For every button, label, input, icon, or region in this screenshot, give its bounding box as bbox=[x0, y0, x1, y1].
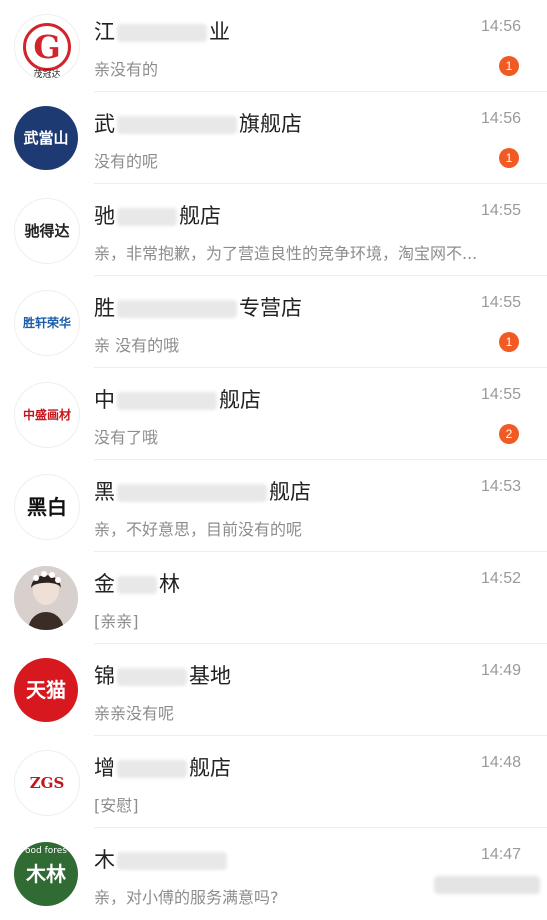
timestamp: 14:55 bbox=[480, 386, 521, 403]
avatar: ZGS bbox=[14, 750, 80, 816]
title-end: 舰店 bbox=[269, 480, 311, 504]
unread-badge: 2 bbox=[499, 424, 519, 444]
avatar-logo-text: 黑白 bbox=[27, 495, 67, 519]
title-end: 旗舰店 bbox=[239, 112, 302, 136]
title-start: 中 bbox=[94, 388, 115, 412]
avatar-logo-text: 武當山 bbox=[23, 128, 69, 147]
blurred-name bbox=[117, 208, 177, 226]
avatar: 天猫 bbox=[14, 658, 78, 722]
avatar: 驰得达 bbox=[14, 198, 80, 264]
title-end: 业 bbox=[209, 20, 230, 44]
blurred-name bbox=[117, 668, 187, 686]
blurred-name bbox=[117, 760, 187, 778]
last-message: 亲 没有的哦 bbox=[94, 336, 180, 355]
unread-badge: 1 bbox=[499, 56, 519, 76]
avatar-logo-text: 木林 bbox=[26, 862, 66, 886]
conversation-row[interactable]: 驰得达 驰 舰店亲，非常抱歉，为了营造良性的竞争环境，淘宝网不... 14:55 bbox=[0, 184, 547, 276]
last-message: [亲亲] bbox=[94, 612, 139, 631]
timestamp: 14:56 bbox=[480, 110, 521, 127]
last-message: 亲，非常抱歉，为了营造良性的竞争环境，淘宝网不... bbox=[94, 244, 478, 263]
avatar: 中盛画材 bbox=[14, 382, 80, 448]
timestamp: 14:56 bbox=[480, 18, 521, 35]
conversation-row[interactable]: 木林 ood fores 木亲，对小傅的服务满意吗? 14:47 bbox=[0, 828, 547, 920]
timestamp: 14:49 bbox=[480, 662, 521, 679]
blurred-name bbox=[117, 300, 237, 318]
conversation-title: 增 舰店 bbox=[94, 752, 454, 782]
title-start: 木 bbox=[94, 848, 115, 872]
title-end: 专营店 bbox=[239, 296, 302, 320]
timestamp: 14:55 bbox=[480, 294, 521, 311]
conversation-row[interactable]: 胜轩荣华 胜 专营店亲 没有的哦 14:55 1 bbox=[0, 276, 547, 368]
conversation-row[interactable]: 金林 [亲亲] 14:52 bbox=[0, 552, 547, 644]
avatar-logo-text: 驰得达 bbox=[24, 221, 70, 240]
title-start: 黑 bbox=[94, 480, 115, 504]
avatar-logo-text: G bbox=[23, 23, 71, 71]
unread-badge: 1 bbox=[499, 332, 519, 352]
avatar: 胜轩荣华 bbox=[14, 290, 80, 356]
conversation-title: 黑 舰店 bbox=[94, 476, 454, 506]
title-end: 舰店 bbox=[219, 388, 261, 412]
title-start: 锦 bbox=[94, 664, 115, 688]
blurred-name bbox=[117, 116, 237, 134]
conversation-row[interactable]: ZGS 增 舰店 [安慰] 14:48 bbox=[0, 736, 547, 828]
avatar-logo-caption: 茂冠达 bbox=[33, 70, 61, 80]
conversation-row[interactable]: 天猫 锦 基地 亲亲没有呢 14:49 bbox=[0, 644, 547, 736]
timestamp: 14:47 bbox=[480, 846, 521, 863]
avatar-logo-text: 胜轩荣华 bbox=[22, 316, 71, 330]
conversation-row[interactable]: 中盛画材 中 舰店没有了哦 14:55 2 bbox=[0, 368, 547, 460]
conversation-title: 武 旗舰店 bbox=[94, 108, 454, 138]
last-message: 没有了哦 bbox=[94, 428, 159, 447]
unread-badge: 1 bbox=[499, 148, 519, 168]
blurred-name bbox=[117, 392, 217, 410]
last-message: 亲亲没有呢 bbox=[94, 704, 175, 723]
conversation-title: 金林 bbox=[94, 568, 454, 598]
blurred-watermark bbox=[434, 876, 540, 894]
conversation-list: G 茂冠达江业亲没有的 14:56 1 武當山武旗舰店 没有的呢 14:56 1 驰得达驰舰店亲… bbox=[0, 0, 547, 916]
blurred-name bbox=[117, 852, 227, 870]
blurred-name bbox=[117, 576, 157, 594]
last-message: [安慰] bbox=[94, 796, 139, 815]
title-start: 胜 bbox=[94, 296, 115, 320]
timestamp: 14:53 bbox=[480, 478, 521, 495]
avatar: 武當山 bbox=[14, 106, 78, 170]
conversation-title: 驰 舰店 bbox=[94, 200, 454, 230]
blurred-name bbox=[117, 24, 207, 42]
avatar-logo-caption: ood fores bbox=[25, 846, 67, 856]
last-message: 没有的呢 bbox=[94, 152, 159, 171]
conversation-title: 江业 bbox=[94, 16, 454, 46]
conversation-title: 木 bbox=[94, 844, 454, 874]
conversation-title: 胜 专营店 bbox=[94, 292, 454, 322]
title-start: 增 bbox=[94, 756, 115, 780]
title-end: 林 bbox=[159, 572, 180, 596]
avatar bbox=[14, 566, 78, 630]
avatar-logo-text: 中盛画材 bbox=[22, 408, 71, 422]
timestamp: 14:55 bbox=[480, 202, 521, 219]
conversation-title: 中 舰店 bbox=[94, 384, 454, 414]
title-end: 舰店 bbox=[179, 204, 221, 228]
timestamp: 14:52 bbox=[480, 570, 521, 587]
title-end: 舰店 bbox=[189, 756, 231, 780]
avatar-logo-text: 天猫 bbox=[26, 678, 66, 702]
title-start: 驰 bbox=[94, 204, 115, 228]
title-start: 金 bbox=[94, 572, 115, 596]
conversation-row[interactable]: 武當山 武 旗舰店没有的呢 14:56 1 bbox=[0, 92, 547, 184]
timestamp: 14:48 bbox=[480, 754, 521, 771]
conversation-row[interactable]: G 茂冠达江业亲没有的 14:56 1 bbox=[0, 0, 547, 92]
last-message: 亲没有的 bbox=[94, 60, 159, 79]
avatar-logo-text: ZGS bbox=[29, 773, 65, 792]
conversation-row[interactable]: 黑白 黑 舰店亲，不好意思，目前没有的呢 14:53 bbox=[0, 460, 547, 552]
avatar: 黑白 bbox=[14, 474, 80, 540]
conversation-title: 锦 基地 bbox=[94, 660, 454, 690]
last-message: 亲，不好意思，目前没有的呢 bbox=[94, 520, 303, 539]
title-start: 武 bbox=[94, 112, 115, 136]
blurred-name bbox=[117, 484, 267, 502]
avatar: 木林 ood fores bbox=[14, 842, 78, 906]
title-end: 基地 bbox=[189, 664, 231, 688]
title-start: 江 bbox=[94, 20, 115, 44]
avatar: G 茂冠达 bbox=[14, 14, 80, 80]
